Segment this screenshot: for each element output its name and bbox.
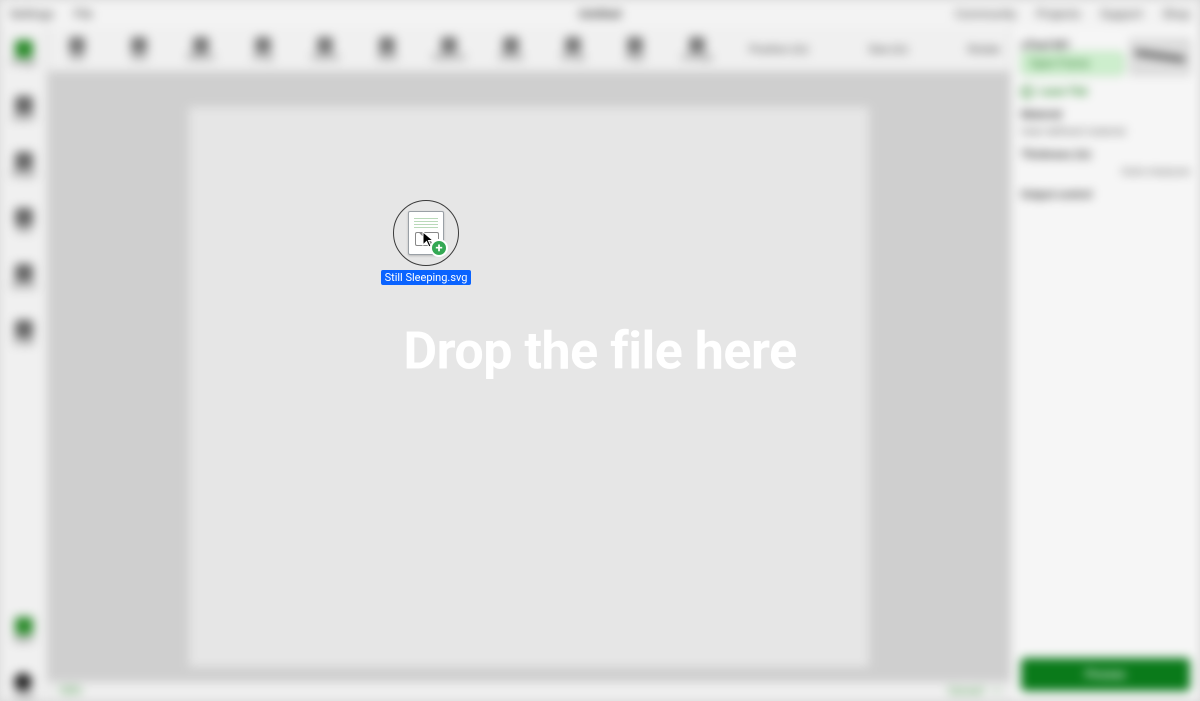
link-projects[interactable]: Projects — [1036, 7, 1080, 21]
link-support[interactable]: Support — [1100, 7, 1142, 21]
dragged-file-name: Still Sleeping.svg — [381, 270, 472, 285]
side-shape[interactable]: Shape — [11, 152, 36, 180]
add-canvas-button[interactable]: + — [994, 686, 1000, 697]
laser-flat-button[interactable]: Laser Flat — [1021, 85, 1190, 98]
tool-array[interactable]: Array — [244, 37, 282, 63]
side-trash[interactable]: Trash — [12, 673, 34, 701]
document-title: Untitled — [579, 7, 621, 21]
tool-arrange[interactable]: Arrange — [678, 37, 716, 63]
rotate-label: Rotate — [968, 43, 1000, 56]
canvas-tab[interactable]: Canvas1 — [948, 686, 986, 697]
tool-size[interactable]: Size — [120, 37, 158, 63]
side-vector[interactable]: Vector — [10, 264, 36, 292]
artboard[interactable] — [189, 107, 869, 667]
size-label: Size (in) — [868, 43, 907, 56]
left-sidebar: Image Insert Shape Text Vector Code Apps… — [0, 28, 48, 701]
menu-file[interactable]: File — [74, 7, 93, 21]
material-label: Material — [1021, 108, 1190, 121]
tool-edit[interactable]: Edit — [58, 37, 96, 63]
add-badge-icon: + — [430, 239, 448, 257]
link-community[interactable]: Community — [955, 7, 1016, 21]
output-control-label: Output control — [1021, 188, 1190, 201]
top-toolbar: Edit Size Reflect Array Outline Weld Sub… — [48, 28, 1010, 72]
top-menu-bar: Settings File Untitled Community Project… — [0, 0, 1200, 28]
link-shop[interactable]: Shop — [1163, 7, 1190, 21]
auto-measure-button[interactable]: Auto-measure — [1021, 165, 1190, 178]
side-insert[interactable]: Insert — [12, 96, 35, 124]
tool-weld[interactable]: Weld — [368, 37, 406, 63]
right-properties-panel: xTool M1 Open Frame Laser Flat Material … — [1010, 28, 1200, 701]
side-image[interactable]: Image — [11, 40, 36, 68]
tool-offset[interactable]: Offset — [492, 37, 530, 63]
material-value[interactable]: User-defined material — [1021, 125, 1190, 138]
side-text[interactable]: Text — [15, 208, 33, 236]
device-thumbnail — [1130, 39, 1190, 75]
thickness-label: Thickness (in) — [1021, 148, 1190, 161]
menu-settings[interactable]: Settings — [10, 7, 54, 21]
tool-align[interactable]: Align — [616, 37, 654, 63]
dragged-file[interactable]: + Still Sleeping.svg — [385, 200, 467, 285]
tool-outline[interactable]: Outline — [306, 37, 344, 63]
drop-file-here-text: Drop the file here — [403, 320, 796, 381]
tool-reflect[interactable]: Reflect — [182, 37, 220, 63]
tool-group[interactable]: Group — [554, 37, 592, 63]
position-label: Position (in) — [749, 43, 808, 56]
open-frame-button[interactable]: Open Frame — [1021, 52, 1124, 75]
target-icon — [1021, 86, 1033, 98]
dragged-file-circle: + — [393, 200, 459, 266]
zoom-level[interactable]: 100% — [58, 686, 82, 697]
side-apps[interactable]: Apps — [13, 617, 34, 645]
device-name: xTool M1 — [1021, 38, 1124, 52]
process-button[interactable]: Process — [1021, 658, 1190, 691]
tool-subtract[interactable]: Subtract — [430, 37, 468, 63]
side-code[interactable]: Code — [13, 320, 34, 348]
bottom-status-bar: 100% Canvas1 + — [48, 681, 1010, 701]
